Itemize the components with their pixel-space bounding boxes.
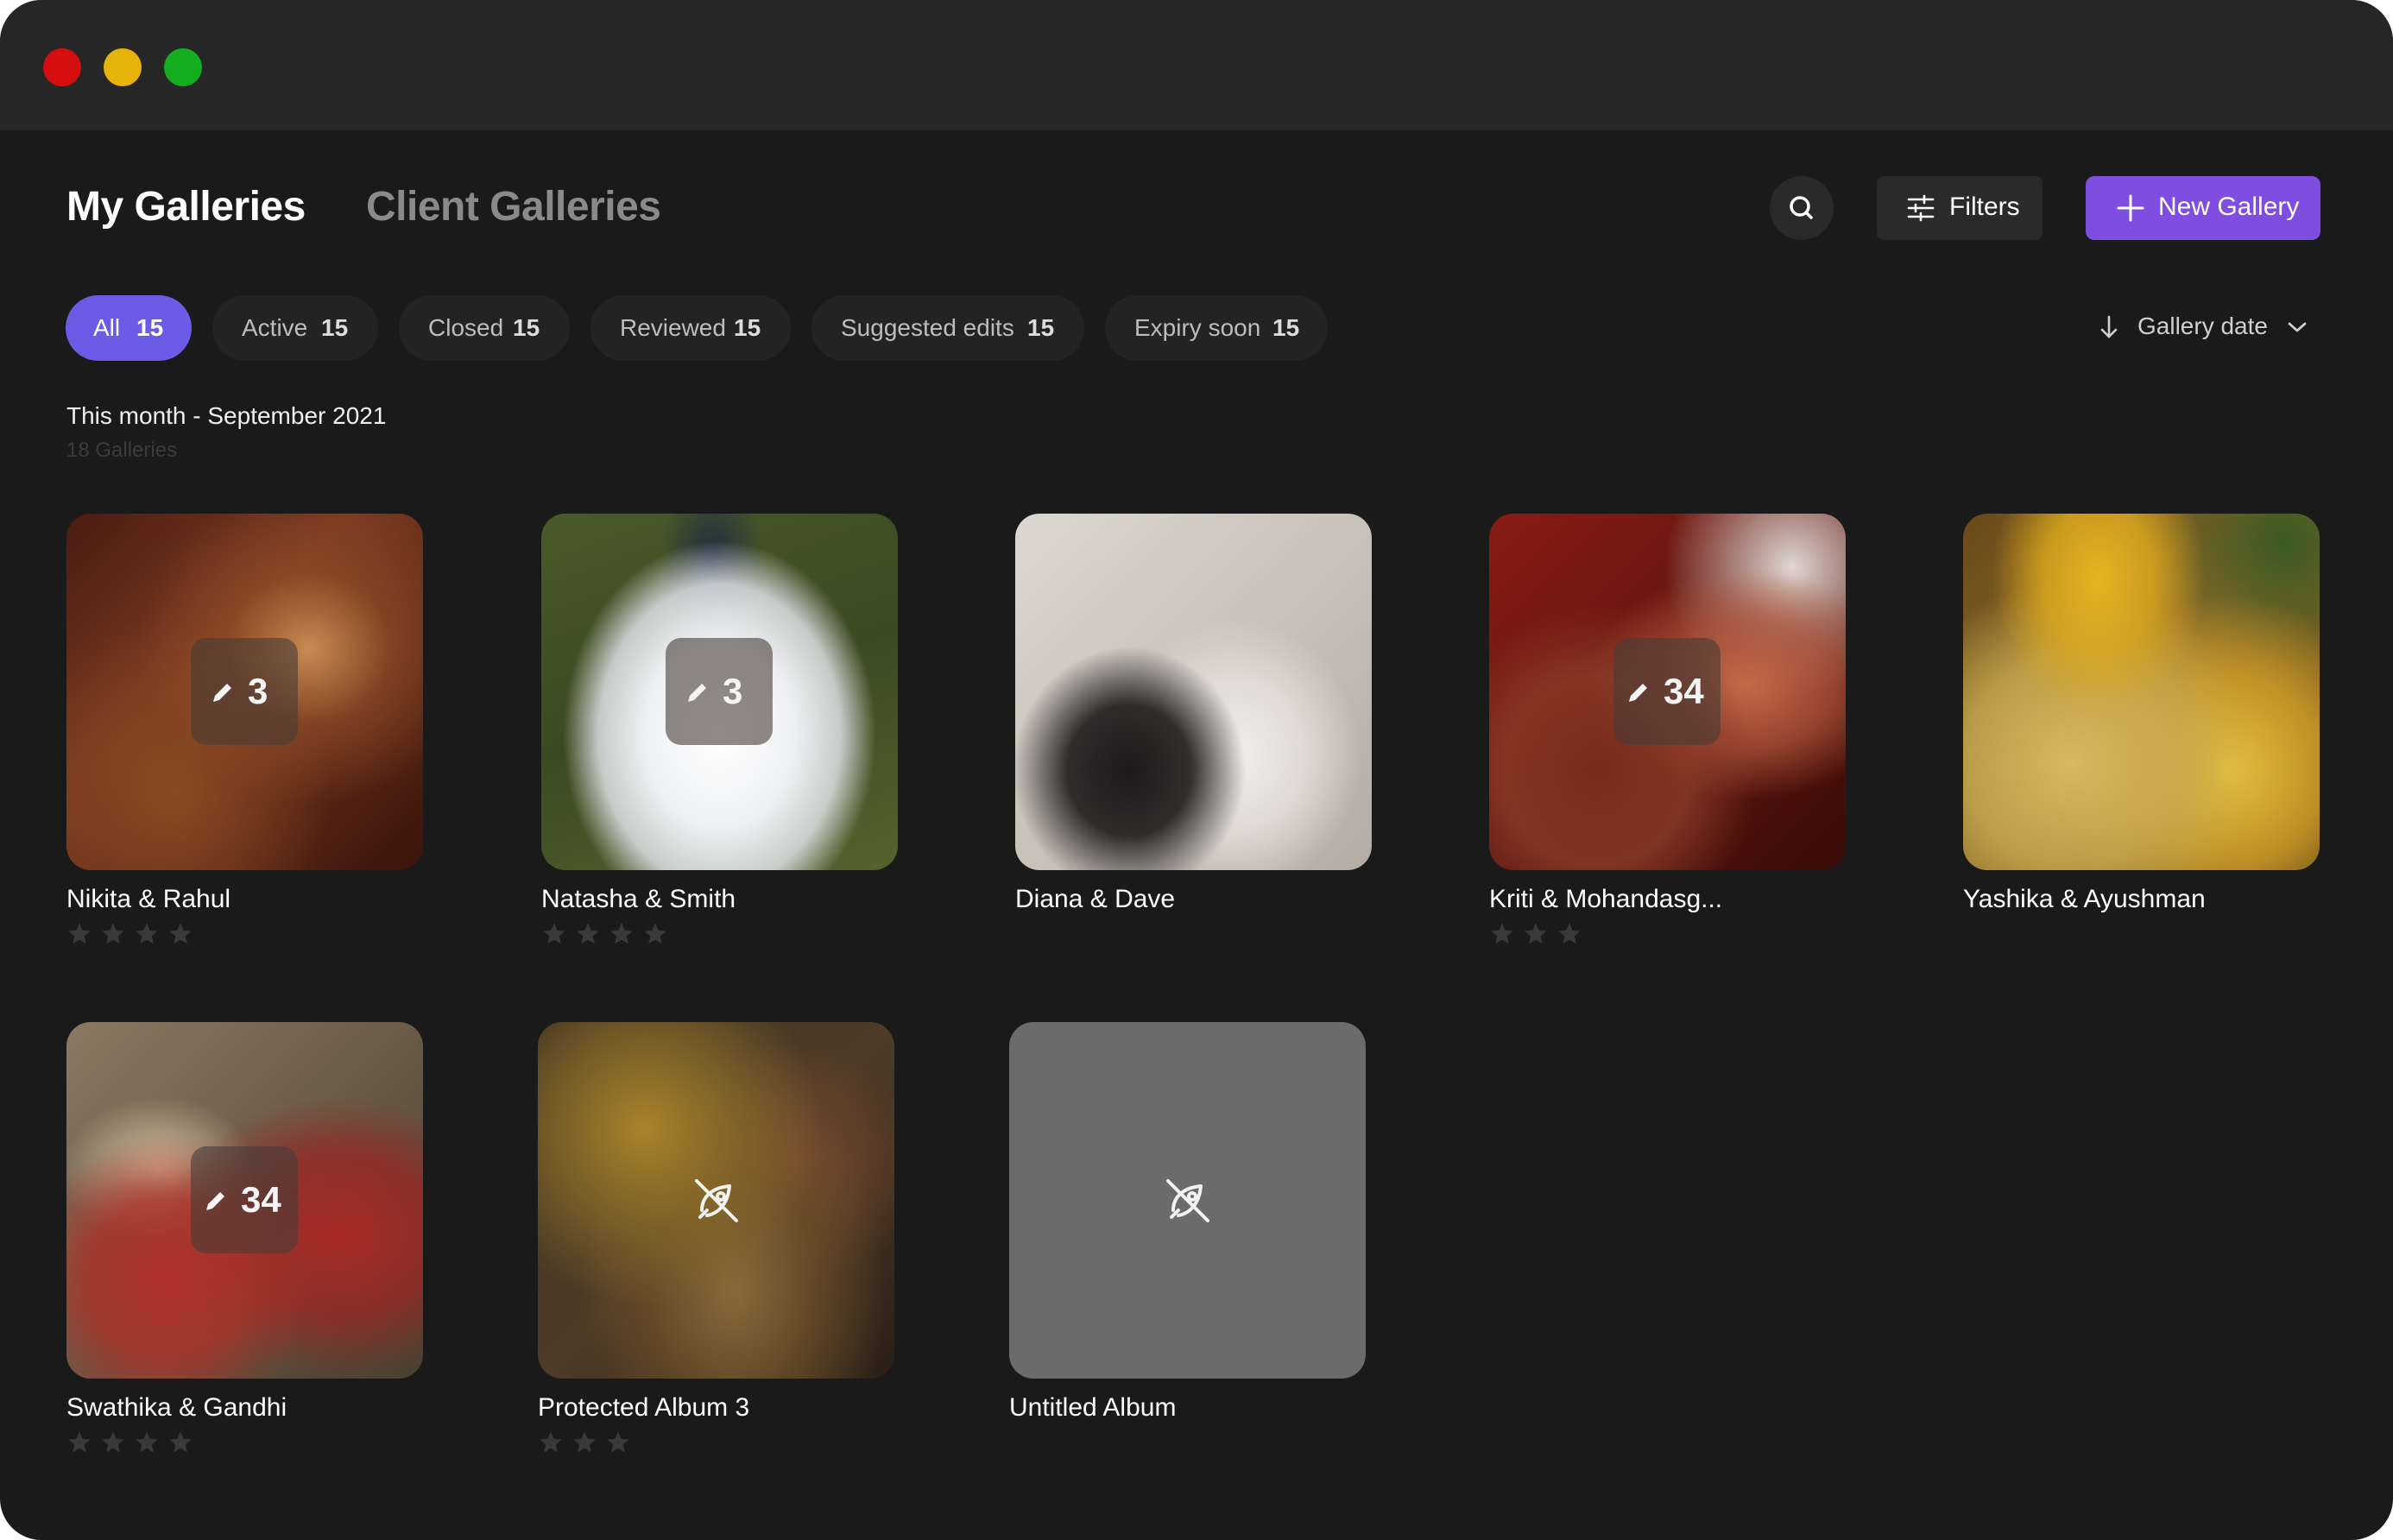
chip-closed[interactable]: Closed 15 [399, 295, 570, 361]
chip-count: 15 [1027, 314, 1055, 341]
edits-count: 3 [248, 671, 268, 711]
sliders-icon [1907, 194, 1935, 222]
title-bar [0, 0, 2393, 130]
close-window-button[interactable] [43, 48, 81, 86]
star-icon[interactable] [66, 1430, 92, 1455]
plus-icon [2117, 194, 2144, 222]
star-icon[interactable] [100, 1430, 126, 1455]
star-icon[interactable] [642, 921, 668, 947]
pencil-icon [1629, 684, 1647, 702]
gallery-thumbnail[interactable]: 3 [541, 514, 898, 870]
edits-count: 3 [723, 671, 743, 711]
edits-count: 34 [1664, 671, 1704, 711]
chip-count: 15 [1272, 314, 1300, 341]
pencil-icon [688, 684, 706, 702]
section-subtitle: 18 Galleries [66, 439, 178, 462]
chip-reviewed[interactable]: Reviewed 15 [590, 295, 791, 361]
chip-label: Suggested edits [841, 314, 1014, 341]
tab-my-galleries[interactable]: My Galleries [66, 183, 306, 230]
tab-client-galleries[interactable]: Client Galleries [366, 183, 661, 230]
sort-label: Gallery date [2137, 312, 2268, 339]
pencil-icon [206, 1192, 224, 1210]
gallery-title: Protected Album 3 [538, 1393, 750, 1422]
pencil-icon [213, 684, 231, 702]
star-icon[interactable] [66, 921, 92, 947]
star-icon[interactable] [134, 1430, 160, 1455]
chip-count: 15 [136, 314, 164, 341]
gallery-title: Diana & Dave [1015, 885, 1176, 913]
gallery-title: Natasha & Smith [541, 885, 736, 913]
star-icon[interactable] [167, 921, 193, 947]
star-icon[interactable] [538, 1430, 564, 1455]
chip-count: 15 [513, 314, 540, 341]
star-icon[interactable] [167, 1430, 193, 1455]
filters-label: Filters [1949, 192, 2020, 221]
search-icon [1790, 196, 1813, 219]
chip-all[interactable]: All 15 [66, 295, 192, 361]
edits-count: 34 [241, 1179, 281, 1220]
new-gallery-button[interactable]: New Gallery [2086, 176, 2320, 240]
chip-active[interactable]: Active 15 [212, 295, 378, 361]
chip-label: Active [242, 314, 308, 341]
star-icon[interactable] [571, 1430, 597, 1455]
chip-suggested-edits[interactable]: Suggested edits 15 [811, 295, 1084, 361]
protected-icon [695, 1179, 738, 1222]
gallery-title: Nikita & Rahul [66, 885, 231, 913]
edits-badge: 3 [191, 638, 298, 745]
gallery-title: Untitled Album [1009, 1393, 1177, 1422]
gallery-thumbnail[interactable] [1009, 1022, 1366, 1379]
star-icon[interactable] [541, 921, 567, 947]
chip-label: All [93, 314, 121, 341]
section-title: This month - September 2021 [66, 402, 387, 429]
gallery-thumbnail[interactable] [1963, 514, 2320, 870]
star-icon[interactable] [1523, 921, 1549, 947]
arrow-down-icon [2100, 315, 2118, 338]
star-icon[interactable] [1556, 921, 1582, 947]
gallery-thumbnail[interactable] [1015, 514, 1372, 870]
chip-count: 15 [734, 314, 761, 341]
chip-count: 15 [321, 314, 349, 341]
chip-expiry-soon[interactable]: Expiry soon 15 [1105, 295, 1328, 361]
filters-button[interactable]: Filters [1877, 176, 2043, 240]
star-icon[interactable] [605, 1430, 631, 1455]
minimize-window-button[interactable] [104, 48, 142, 86]
edits-badge: 34 [1613, 638, 1721, 745]
chip-label: Closed [428, 314, 504, 341]
gallery-title: Kriti & Mohandasg... [1489, 885, 1723, 913]
chip-label: Expiry soon [1134, 314, 1261, 341]
gallery-title: Yashika & Ayushman [1963, 885, 2206, 913]
app-window: My Galleries Client Galleries Filters Ne… [0, 0, 2393, 1540]
new-gallery-label: New Gallery [2158, 192, 2300, 221]
protected-icon [1166, 1179, 1209, 1222]
star-icon[interactable] [609, 921, 635, 947]
star-icon[interactable] [575, 921, 601, 947]
star-icon[interactable] [134, 921, 160, 947]
gallery-thumbnail[interactable] [538, 1022, 894, 1379]
gallery-thumbnail[interactable]: 34 [66, 1022, 423, 1379]
chip-label: Reviewed [620, 314, 726, 341]
maximize-window-button[interactable] [164, 48, 202, 86]
edits-badge: 3 [666, 638, 773, 745]
edits-badge: 34 [191, 1146, 298, 1253]
gallery-title: Swathika & Gandhi [66, 1393, 287, 1422]
gallery-thumbnail[interactable]: 34 [1489, 514, 1846, 870]
gallery-thumbnail[interactable]: 3 [66, 514, 423, 870]
chevron-down-icon [2288, 322, 2307, 332]
star-icon[interactable] [100, 921, 126, 947]
star-icon[interactable] [1489, 921, 1515, 947]
search-button[interactable] [1770, 176, 1834, 240]
